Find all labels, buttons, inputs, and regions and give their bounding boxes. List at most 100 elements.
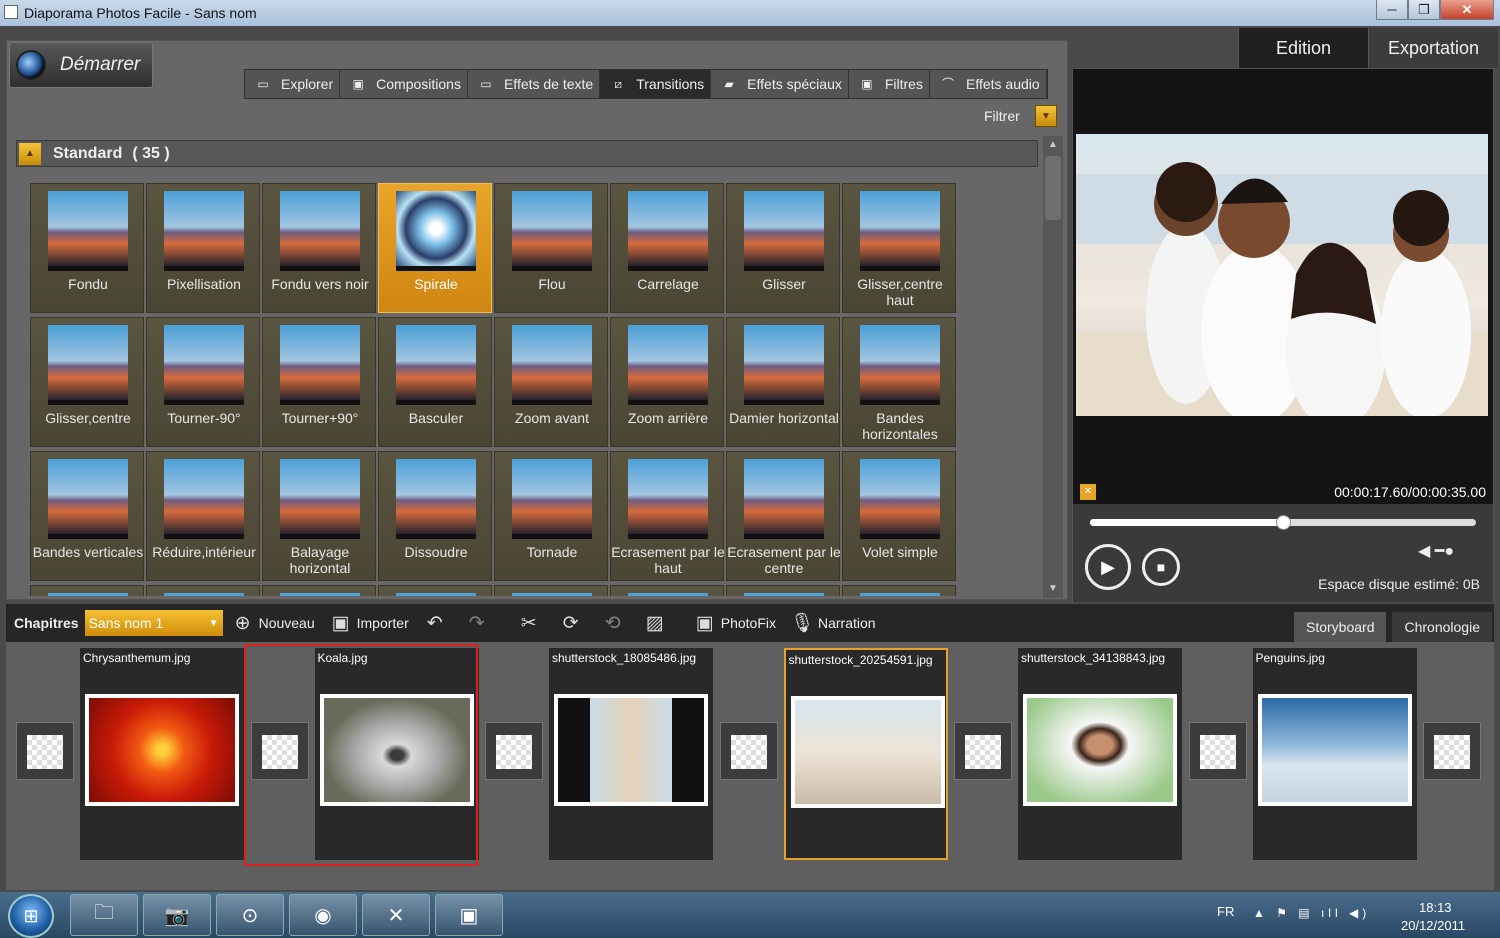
transition-tile[interactable] xyxy=(30,585,144,596)
transition-tile[interactable]: Spirale xyxy=(378,183,492,313)
tab-effets-spéciaux[interactable]: ▰ Effets spéciaux xyxy=(711,70,849,98)
tab-effets-de-texte[interactable]: ▭ Effets de texte xyxy=(468,70,601,98)
slide-card[interactable]: Chrysanthemum.jpg xyxy=(80,648,244,860)
tab-chronologie[interactable]: Chronologie xyxy=(1392,612,1492,642)
clock-time: 18:13 xyxy=(1419,900,1452,915)
volume-slider[interactable]: ◀ ━● xyxy=(1418,541,1482,561)
filter-dropdown-icon[interactable]: ▼ xyxy=(1035,105,1057,127)
rotate-right-button[interactable]: ⟳ xyxy=(559,611,587,635)
tab-edition[interactable]: Edition xyxy=(1238,28,1368,68)
effects-scrollbar[interactable]: ▲ ▼ xyxy=(1043,136,1063,598)
slide-card[interactable]: Penguins.jpg xyxy=(1252,648,1417,860)
transition-tile[interactable]: Pixellisation xyxy=(146,183,260,313)
transition-tile[interactable] xyxy=(262,585,376,596)
cut-button[interactable]: ✂ xyxy=(517,611,545,635)
maximize-button[interactable]: ❐ xyxy=(1408,0,1440,20)
transition-thumbnail xyxy=(280,191,360,271)
import-button[interactable]: ▣ Importer xyxy=(329,611,409,635)
scroll-thumb[interactable] xyxy=(1045,156,1061,220)
taskbar-app[interactable]: ⊙ xyxy=(216,894,284,936)
crop-button[interactable]: ▨ xyxy=(643,611,671,635)
tab-compositions[interactable]: ▣ Compositions xyxy=(340,70,468,98)
transition-tile[interactable]: Fondu xyxy=(30,183,144,313)
taskbar-app[interactable]: 🗀 xyxy=(70,894,138,936)
tray-icons[interactable]: ▲ ⚑ ▤ ıll ◀) xyxy=(1253,906,1370,920)
slide-name: Penguins.jpg xyxy=(1255,651,1325,665)
transition-tile[interactable]: Glisser xyxy=(726,183,840,313)
taskbar-app[interactable]: ✕ xyxy=(362,894,430,936)
chapter-select[interactable]: Sans nom 1 ▼ xyxy=(84,610,223,636)
tab-transitions[interactable]: ⧄ Transitions xyxy=(600,70,712,98)
transition-tile[interactable] xyxy=(842,585,956,596)
transition-tile[interactable]: Balayage horizontal xyxy=(262,451,376,581)
transition-label: Ecrasement par le centre xyxy=(727,544,841,576)
transition-tile[interactable]: Volet simple xyxy=(842,451,956,581)
transition-tile[interactable] xyxy=(610,585,724,596)
transition-tile[interactable]: Réduire,intérieur xyxy=(146,451,260,581)
transition-tile[interactable]: Tourner-90° xyxy=(146,317,260,447)
tab-storyboard[interactable]: Storyboard xyxy=(1294,612,1387,642)
start-button[interactable]: Démarrer xyxy=(9,42,153,88)
tab-filtres[interactable]: ▣ Filtres xyxy=(849,70,930,98)
transition-tile[interactable]: Fondu vers noir xyxy=(262,183,376,313)
photofix-button[interactable]: ▣ PhotoFix xyxy=(693,611,776,635)
transition-tile[interactable]: Zoom arrière xyxy=(610,317,724,447)
collapse-icon[interactable]: ▲ xyxy=(19,142,41,165)
group-header[interactable]: ▲ Standard ( 35 ) xyxy=(16,140,1038,167)
play-button[interactable]: ▶ xyxy=(1085,544,1131,590)
undo-button[interactable]: ↶ xyxy=(423,611,451,635)
transition-tile[interactable]: Basculer xyxy=(378,317,492,447)
transition-tile[interactable]: Damier horizontal xyxy=(726,317,840,447)
taskbar-app[interactable]: ◉ xyxy=(289,894,357,936)
tab-label: Effets spéciaux xyxy=(747,76,842,92)
transition-tile[interactable] xyxy=(494,585,608,596)
slide-card[interactable]: shutterstock_34138843.jpg xyxy=(1018,648,1182,860)
transition-tile[interactable]: Tourner+90° xyxy=(262,317,376,447)
tab-exportation[interactable]: Exportation xyxy=(1368,28,1498,68)
new-button[interactable]: ⊕ Nouveau xyxy=(231,611,315,635)
transition-tile[interactable]: Bandes horizontales xyxy=(842,317,956,447)
slide-transition[interactable] xyxy=(16,722,74,780)
transition-tile[interactable]: Carrelage xyxy=(610,183,724,313)
transition-tile[interactable]: Glisser,centre xyxy=(30,317,144,447)
language-indicator[interactable]: FR xyxy=(1217,904,1234,919)
slide-transition[interactable] xyxy=(485,722,543,780)
slide-card[interactable]: shutterstock_20254591.jpg xyxy=(783,648,948,860)
transition-tile[interactable] xyxy=(146,585,260,596)
transition-label: Bandes horizontales xyxy=(862,410,938,442)
close-button[interactable]: ✕ xyxy=(1440,0,1494,20)
transitions-icon: ⧄ xyxy=(614,77,623,91)
windows-start-button[interactable]: ⊞ xyxy=(8,894,54,938)
slide-card[interactable]: shutterstock_18085486.jpg xyxy=(549,648,713,860)
slide-transition[interactable] xyxy=(1188,722,1247,780)
taskbar-app[interactable]: 📷 xyxy=(143,894,211,936)
transition-tile[interactable]: Ecrasement par le centre xyxy=(726,451,841,581)
minimize-button[interactable]: ─ xyxy=(1376,0,1408,20)
narration-button[interactable]: 🎙 Narration xyxy=(790,611,876,635)
tab-explorer[interactable]: ▭ Explorer xyxy=(245,70,341,98)
transition-tile[interactable]: Dissoudre xyxy=(378,451,492,581)
transition-thumbnail xyxy=(860,459,940,539)
transition-label: Fondu xyxy=(68,276,108,292)
taskbar-app[interactable]: ▣ xyxy=(435,894,503,936)
tab-effets-audio[interactable]: ⌒ Effets audio xyxy=(930,70,1047,98)
slide-transition[interactable] xyxy=(954,722,1012,780)
scroll-down-icon[interactable]: ▼ xyxy=(1043,580,1063,598)
transition-tile[interactable]: Zoom avant xyxy=(494,317,608,447)
stop-button[interactable]: ■ xyxy=(1142,548,1180,586)
seek-knob[interactable] xyxy=(1276,515,1291,530)
redo-button[interactable]: ↷ xyxy=(465,611,493,635)
scroll-up-icon[interactable]: ▲ xyxy=(1043,136,1063,154)
transition-tile[interactable] xyxy=(378,585,492,596)
transition-tile[interactable]: Glisser,centre haut xyxy=(842,183,956,313)
slide-transition[interactable] xyxy=(719,722,778,780)
transition-tile[interactable]: Bandes verticales xyxy=(30,451,144,581)
transition-tile[interactable]: Flou xyxy=(494,183,608,313)
preview-marker-icon: ✕ xyxy=(1080,484,1096,500)
rotate-left-button[interactable]: ⟲ xyxy=(601,611,629,635)
transition-tile[interactable]: Ecrasement par le haut xyxy=(610,451,725,581)
transition-tile[interactable]: Tornade xyxy=(494,451,608,581)
transition-tile[interactable] xyxy=(726,585,840,596)
slide-transition[interactable] xyxy=(1423,722,1481,780)
camera-icon: ▣ xyxy=(695,612,714,634)
